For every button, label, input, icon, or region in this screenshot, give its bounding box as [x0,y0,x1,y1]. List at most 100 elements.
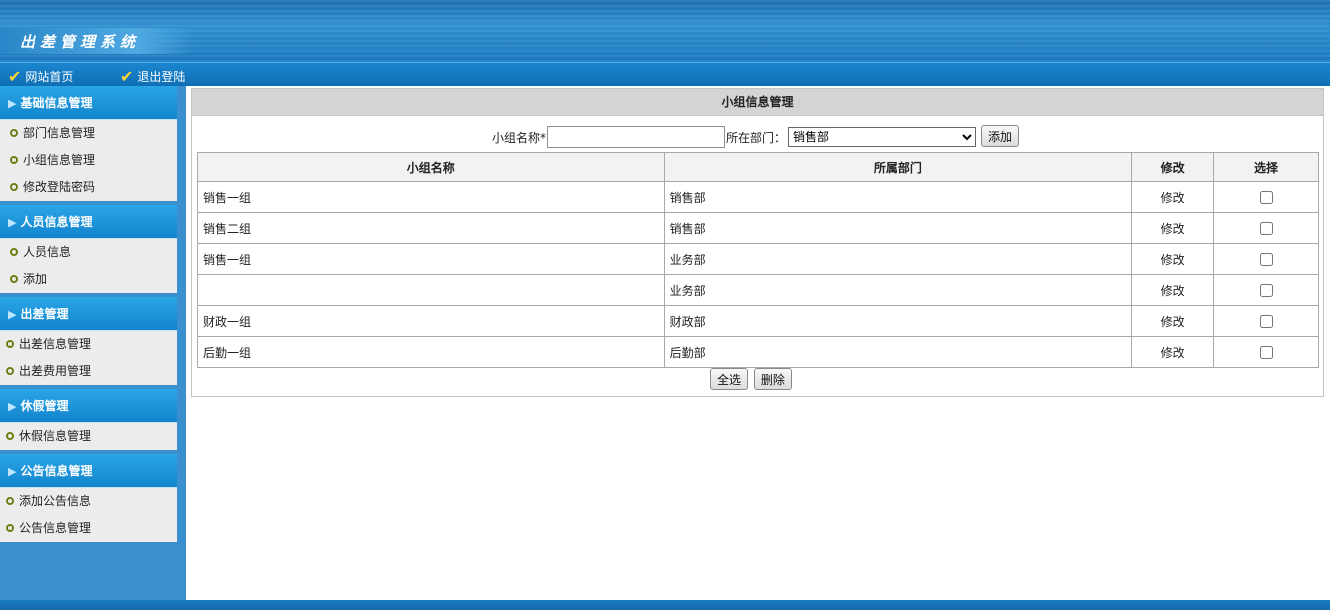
sidebar-item-label: 添加 [23,272,48,286]
sidebar-group-trip[interactable]: ▶ 出差管理 [0,297,177,331]
sidebar-item-label: 公告信息管理 [19,521,92,535]
cell-group-name: 销售二组 [197,212,665,244]
column-header-edit: 修改 [1131,152,1215,182]
cell-select [1213,274,1319,306]
row-checkbox[interactable] [1259,222,1273,235]
row-checkbox[interactable] [1259,191,1273,204]
table-row: 财政一组 财政部 修改 [197,305,1319,337]
table-row: 销售一组 业务部 修改 [197,243,1319,275]
sidebar-item-trip-expense[interactable]: 出差费用管理 [0,358,177,385]
sidebar-group-items: 添加公告信息 公告信息管理 [0,488,177,542]
cell-group-name: 财政一组 [197,305,665,337]
edit-link[interactable]: 修改 [1131,212,1215,244]
cell-group-name: 后勤一组 [197,336,665,368]
circle-bullet-icon [10,248,18,256]
circle-bullet-icon [10,129,18,137]
header-banner: 出差管理系统 [0,0,1330,62]
banner-pattern [0,0,1330,62]
row-checkbox[interactable] [1259,284,1273,297]
sidebar-group-basic-info[interactable]: ▶ 基础信息管理 [0,86,177,120]
triangle-right-icon: ▶ [8,216,17,229]
sidebar-item-personnel-info[interactable]: 人员信息 [0,239,177,266]
nav-home-link[interactable]: ✔ 网站首页 [8,67,73,86]
cell-select [1213,212,1319,244]
cell-select [1213,243,1319,275]
triangle-right-icon: ▶ [8,400,17,413]
sidebar-group-personnel[interactable]: ▶ 人员信息管理 [0,205,177,239]
sidebar-group-notice[interactable]: ▶ 公告信息管理 [0,454,177,488]
circle-bullet-icon [6,432,14,440]
sidebar-item-label: 人员信息 [23,245,72,259]
sidebar-group-title: 基础信息管理 [20,96,93,110]
sidebar-group-items: 休假信息管理 [0,423,177,454]
nav-logout-label: 退出登陆 [137,70,186,84]
sidebar-group-items: 部门信息管理 小组信息管理 修改登陆密码 [0,120,177,205]
nav-logout-link[interactable]: ✔ 退出登陆 [120,67,185,86]
add-group-form: 小组名称* 所在部门： 销售部 添加 [192,125,1323,149]
department-label: 所在部门： [726,131,787,145]
row-checkbox[interactable] [1259,315,1273,328]
group-name-input[interactable] [547,126,725,148]
table-row: 业务部 修改 [197,274,1319,306]
select-all-button[interactable]: 全选 [710,368,749,390]
top-nav-bar: ✔ 网站首页 ✔ 退出登陆 [0,62,1330,86]
cell-department: 业务部 [663,274,1133,306]
circle-bullet-icon [6,497,14,505]
group-name-label: 小组名称* [492,131,547,145]
edit-link[interactable]: 修改 [1131,336,1215,368]
sidebar-item-change-password[interactable]: 修改登陆密码 [0,174,177,201]
sidebar-item-leave-info[interactable]: 休假信息管理 [0,423,177,450]
sidebar-item-label: 修改登陆密码 [23,180,96,194]
cell-department: 财政部 [663,305,1133,337]
column-header-group-name: 小组名称 [197,152,665,182]
cell-group-name: 销售一组 [197,243,665,275]
group-table: 小组名称 所属部门 修改 选择 销售一组 销售部 修改 销售二组 销售部 修改 … [197,152,1319,368]
sidebar-item-add-notice[interactable]: 添加公告信息 [0,488,177,515]
sidebar-item-label: 添加公告信息 [19,494,92,508]
sidebar-item-add-personnel[interactable]: 添加 [0,266,177,293]
sidebar-group-leave[interactable]: ▶ 休假管理 [0,389,177,423]
sidebar-group-title: 出差管理 [20,307,69,321]
panel-title: 小组信息管理 [192,89,1323,116]
circle-bullet-icon [10,156,18,164]
delete-button[interactable]: 删除 [753,368,792,390]
app-title: 出差管理系统 [20,33,141,51]
table-row: 销售二组 销售部 修改 [197,212,1319,244]
triangle-right-icon: ▶ [8,97,17,110]
cell-department: 销售部 [663,181,1133,213]
sidebar-group-items: 人员信息 添加 [0,239,177,297]
triangle-right-icon: ▶ [8,308,17,321]
sidebar-item-label: 小组信息管理 [23,153,96,167]
column-header-department: 所属部门 [663,152,1133,182]
sidebar-group-items: 出差信息管理 出差费用管理 [0,331,177,389]
edit-link[interactable]: 修改 [1131,305,1215,337]
cell-group-name [197,274,665,306]
circle-bullet-icon [6,524,14,532]
department-select[interactable]: 销售部 [788,127,976,147]
column-header-select: 选择 [1213,152,1319,182]
sidebar-group-title: 公告信息管理 [20,464,93,478]
triangle-right-icon: ▶ [8,465,17,478]
circle-bullet-icon [6,340,14,348]
sidebar-item-label: 出差费用管理 [19,364,92,378]
cell-select [1213,305,1319,337]
footer-bar [0,600,1330,610]
sidebar-menu: ▶ 基础信息管理 部门信息管理 小组信息管理 修改登陆密码 ▶ 人员信息管理 人员信… [0,86,177,542]
sidebar-item-label: 休假信息管理 [19,429,92,443]
nav-home-label: 网站首页 [25,70,74,84]
sidebar-item-trip-info[interactable]: 出差信息管理 [0,331,177,358]
sidebar-item-notice-info[interactable]: 公告信息管理 [0,515,177,542]
check-icon: ✔ [120,67,134,86]
edit-link[interactable]: 修改 [1131,274,1215,306]
row-checkbox[interactable] [1259,346,1273,359]
sidebar-item-group-info[interactable]: 小组信息管理 [0,147,177,174]
edit-link[interactable]: 修改 [1131,181,1215,213]
cell-department: 业务部 [663,243,1133,275]
sidebar-item-label: 出差信息管理 [19,337,92,351]
table-actions: 全选 删除 [710,368,794,390]
add-button[interactable]: 添加 [981,125,1020,147]
edit-link[interactable]: 修改 [1131,243,1215,275]
row-checkbox[interactable] [1259,253,1273,266]
sidebar-item-department-info[interactable]: 部门信息管理 [0,120,177,147]
cell-department: 后勤部 [663,336,1133,368]
